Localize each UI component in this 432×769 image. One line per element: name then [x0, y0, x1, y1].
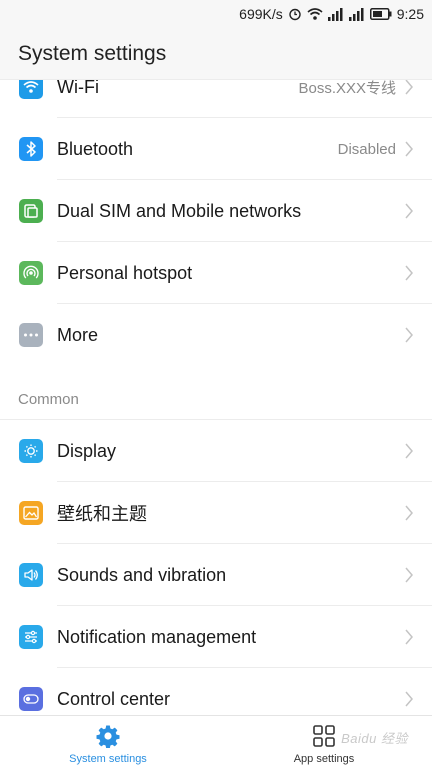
section-header-common: Common [0, 366, 432, 420]
row-more[interactable]: More [0, 304, 432, 366]
grid-icon [312, 723, 336, 749]
section-label: Common [18, 391, 79, 408]
wifi-icon [19, 80, 43, 99]
row-wifi[interactable]: Wi-Fi Boss.XXX专线 [0, 80, 432, 118]
gear-icon [96, 723, 120, 749]
tab-label: System settings [69, 753, 147, 765]
watermark: Baidu 经验 [341, 731, 408, 746]
sliders-icon [19, 625, 43, 649]
sim-icon [19, 199, 43, 223]
signal-icon [327, 7, 344, 21]
header: System settings [0, 28, 432, 80]
hotspot-icon [19, 261, 43, 285]
row-display[interactable]: Display [0, 420, 432, 482]
row-wallpaper-theme[interactable]: 壁纸和主题 [0, 482, 432, 544]
row-label: Display [57, 440, 117, 461]
row-label: Sounds and vibration [57, 564, 227, 585]
chevron-right-icon [405, 629, 413, 645]
speaker-icon [19, 563, 43, 587]
row-label: Bluetooth [57, 138, 134, 159]
chevron-right-icon [405, 265, 413, 281]
settings-list[interactable]: Wi-Fi Boss.XXX专线 Bluetooth Disabled Dual… [0, 80, 432, 715]
row-label: Control center [57, 688, 171, 709]
tab-label: App settings [293, 753, 355, 765]
network-speed: 699K/s [239, 6, 283, 22]
clock: 9:25 [396, 6, 424, 22]
signal-icon-2 [348, 7, 365, 21]
chevron-right-icon [405, 80, 413, 95]
row-label: Notification management [57, 626, 257, 647]
row-bluetooth[interactable]: Bluetooth Disabled [0, 118, 432, 180]
row-label: 壁纸和主题 [57, 504, 147, 524]
row-personal-hotspot[interactable]: Personal hotspot [0, 242, 432, 304]
chevron-right-icon [405, 567, 413, 583]
brightness-icon [19, 439, 43, 463]
chevron-right-icon [405, 691, 413, 707]
wallpaper-icon [19, 501, 43, 525]
row-label: Wi-Fi [57, 80, 99, 97]
toggle-icon [19, 687, 43, 711]
row-dual-sim[interactable]: Dual SIM and Mobile networks [0, 180, 432, 242]
chevron-right-icon [405, 505, 413, 521]
bluetooth-icon [19, 137, 43, 161]
battery-icon [369, 8, 392, 20]
status-bar: 699K/s 9:25 [0, 0, 432, 28]
row-sounds-vibration[interactable]: Sounds and vibration [0, 544, 432, 606]
row-value: Boss.XXX专线 [298, 80, 396, 97]
wifi-icon [307, 7, 323, 21]
tab-system-settings[interactable]: System settings [0, 716, 216, 769]
row-value: Disabled [337, 140, 396, 158]
more-icon [19, 323, 43, 347]
chevron-right-icon [405, 327, 413, 343]
alarm-icon [288, 7, 302, 21]
page-title: System settings [18, 41, 167, 65]
chevron-right-icon [405, 203, 413, 219]
row-label: Dual SIM and Mobile networks [57, 200, 302, 221]
row-control-center[interactable]: Control center [0, 668, 432, 715]
row-notification-management[interactable]: Notification management [0, 606, 432, 668]
row-label: More [57, 324, 99, 345]
chevron-right-icon [405, 141, 413, 157]
row-label: Personal hotspot [57, 262, 193, 283]
chevron-right-icon [405, 443, 413, 459]
